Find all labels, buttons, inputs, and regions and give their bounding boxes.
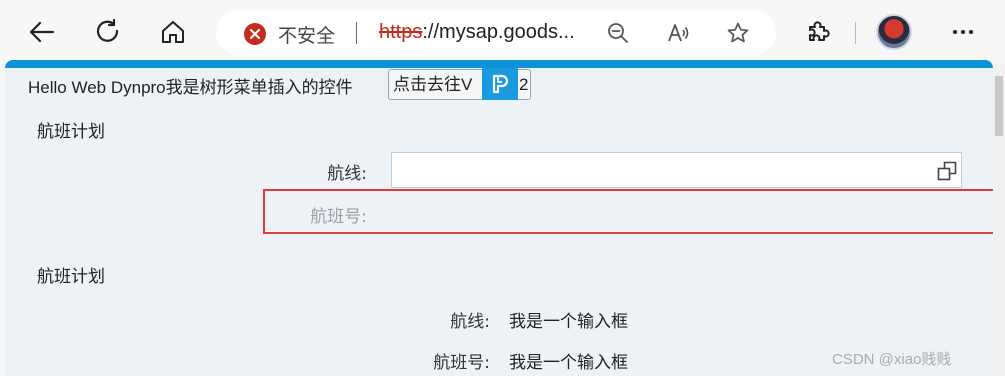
profile-avatar[interactable]: [876, 14, 912, 50]
highlight-box: [263, 189, 993, 234]
form2-flightno-value: 我是一个输入框: [509, 353, 628, 373]
home-icon: [162, 21, 184, 43]
value-help-icon[interactable]: [937, 161, 957, 181]
back-button[interactable]: [22, 12, 62, 52]
more-menu-button[interactable]: [943, 12, 983, 52]
address-bar[interactable]: 不安全 https://mysap.goods...: [216, 10, 776, 56]
page-accent-bar: [5, 60, 993, 68]
url-text[interactable]: https://mysap.goods...: [379, 21, 575, 44]
favorite-star-icon[interactable]: [726, 21, 750, 45]
hello-text: Hello Web Dynpro我是树形菜单插入的控件: [28, 78, 353, 97]
watermark-text: CSDN @xiao贱贱: [832, 351, 952, 368]
form1-route-label: 航线:: [327, 164, 367, 184]
form1-title: 航班计划: [37, 122, 105, 142]
zoom-out-icon[interactable]: [606, 21, 630, 45]
refresh-button[interactable]: [88, 12, 128, 52]
form2-title: 航班计划: [37, 267, 105, 287]
goto-button-suffix: 2: [519, 75, 529, 94]
refresh-icon: [96, 18, 119, 42]
security-label[interactable]: 不安全: [278, 21, 335, 48]
home-button[interactable]: [153, 12, 193, 52]
route-input[interactable]: [391, 152, 962, 188]
back-arrow-icon: [29, 21, 55, 43]
form2-route-label: 航线:: [450, 312, 490, 332]
not-secure-icon[interactable]: [244, 23, 266, 45]
read-aloud-icon[interactable]: [666, 21, 690, 45]
extensions-puzzle-icon: [809, 21, 830, 41]
url-scheme: https: [379, 21, 423, 43]
form2-flightno-label: 航班号:: [433, 353, 490, 373]
url-rest: ://mysap.goods...: [422, 21, 575, 43]
scrollbar-thumb[interactable]: [995, 76, 1003, 136]
paste-overlay-icon[interactable]: [482, 68, 518, 100]
more-dots-icon: [953, 30, 973, 34]
web-page: Hello Web Dynpro我是树形菜单插入的控件 点击去往V 2 航班计划 …: [5, 60, 993, 376]
browser-toolbar: 不安全 https://mysap.goods...: [0, 0, 1005, 64]
toolbar-divider: [855, 22, 856, 44]
address-divider: [356, 22, 357, 44]
extensions-button[interactable]: [798, 12, 838, 52]
goto-button-label: 点击去往V: [393, 75, 473, 94]
form1-flightno-label: 航班号:: [310, 207, 367, 227]
form2-route-value: 我是一个输入框: [509, 312, 628, 332]
